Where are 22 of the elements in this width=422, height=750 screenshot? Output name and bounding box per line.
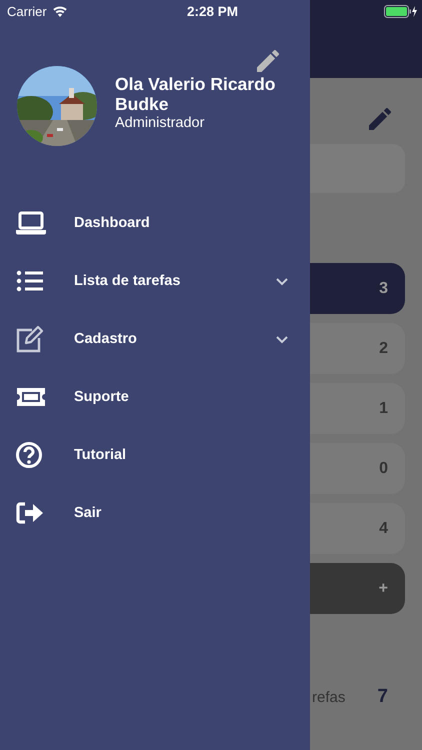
user-role: Administrador <box>115 114 206 130</box>
edit-icon[interactable] <box>369 108 391 130</box>
edit-icon[interactable] <box>257 50 279 72</box>
laptop-icon <box>15 209 47 237</box>
chevron-icon[interactable] <box>275 276 289 286</box>
summary-label: refas <box>312 688 346 706</box>
carrier-label: Carrier <box>7 4 47 18</box>
add-button[interactable]: + <box>310 563 405 614</box>
menu-item[interactable]: Suporte <box>0 368 310 426</box>
battery-icon <box>384 4 418 18</box>
wifi-icon <box>52 5 68 17</box>
search-field[interactable] <box>310 144 405 193</box>
summary-value: 7 <box>377 686 388 708</box>
user-name: Ola Valerio Ricardo Budke <box>115 74 276 114</box>
clock-time: 2:28 PM <box>186 4 238 18</box>
menu-item[interactable]: Cadastro <box>0 310 310 368</box>
chevron-icon[interactable] <box>275 334 289 344</box>
menu-item[interactable]: Sair <box>0 484 310 542</box>
menu-item[interactable]: Lista de tarefas <box>0 252 310 310</box>
task-card[interactable]: 3 <box>310 263 405 314</box>
menu-item[interactable]: Tutorial <box>0 426 310 484</box>
menu-item[interactable]: Dashboard <box>0 194 310 252</box>
